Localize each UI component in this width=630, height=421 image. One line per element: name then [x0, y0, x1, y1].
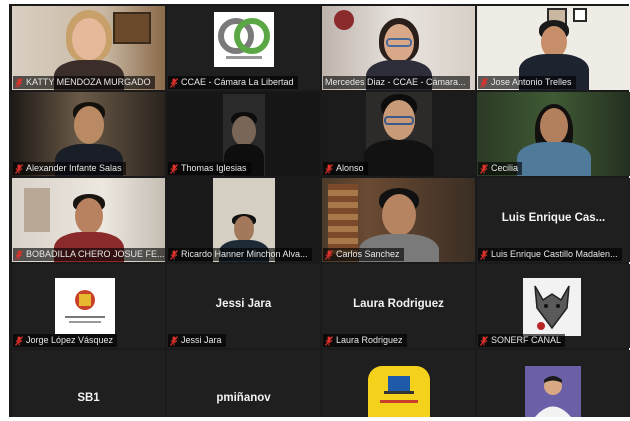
participant-tile[interactable] — [477, 350, 630, 417]
participant-display-name: SB1 — [77, 392, 100, 404]
participant-tile[interactable]: Thomas Iglesias — [167, 92, 320, 176]
participant-tile[interactable]: Ricardo Hanner Minchon Alva... — [167, 178, 320, 262]
participant-tile[interactable]: SONERF CANAL — [477, 264, 630, 348]
muted-microphone-icon — [170, 249, 178, 260]
name-label: CCAE - Cámara La Libertad — [168, 76, 298, 89]
name-label: Carlos Sanchez — [323, 248, 404, 261]
name-label: Laura Rodriguez — [323, 334, 407, 347]
muted-microphone-icon — [480, 249, 488, 260]
participant-tile[interactable]: Jorge López Vásquez — [12, 264, 165, 348]
name-label: Luis Enrique Castillo Madalen... — [478, 248, 622, 261]
participant-display-name: Luis Enrique Cas... — [501, 212, 606, 224]
name-label: KATTY MENDOZA MURGADO — [13, 76, 155, 89]
name-label: BOBADILLA CHERO JOSUE FE... — [13, 248, 165, 261]
name-label: Cecilia — [478, 162, 523, 175]
name-label: Alexander Infante Salas — [13, 162, 126, 175]
participant-tile-active-speaker[interactable]: Mercedes Diaz - CCAE - Cámara... — [322, 6, 475, 90]
muted-microphone-icon — [170, 335, 178, 346]
laptop-logo — [368, 366, 430, 417]
name-label: Jose Antonio Trelles — [478, 76, 576, 89]
muted-microphone-icon — [480, 163, 488, 174]
muted-microphone-icon — [170, 163, 178, 174]
participant-tile[interactable]: CCAE - Cámara La Libertad — [167, 6, 320, 90]
participant-tile[interactable]: Alonso — [322, 92, 475, 176]
name-label: SONERF CANAL — [478, 334, 566, 347]
muted-microphone-icon — [325, 335, 333, 346]
muted-microphone-icon — [15, 77, 23, 88]
participant-tile[interactable]: Laura Rodriguez Laura Rodriguez — [322, 264, 475, 348]
participant-tile[interactable]: pmiñanov — [167, 350, 320, 417]
muted-microphone-icon — [15, 335, 23, 346]
profile-photo — [525, 366, 581, 417]
muted-microphone-icon — [170, 77, 178, 88]
name-label: Thomas Iglesias — [168, 162, 251, 175]
muted-microphone-icon — [325, 163, 333, 174]
wolf-avatar — [523, 278, 581, 336]
participant-display-name: Laura Rodriguez — [353, 298, 444, 310]
organization-logo — [55, 278, 115, 334]
muted-microphone-icon — [480, 335, 488, 346]
name-label: Mercedes Diaz - CCAE - Cámara... — [323, 76, 470, 89]
participant-tile[interactable]: Alexander Infante Salas — [12, 92, 165, 176]
muted-microphone-icon — [15, 249, 23, 260]
participant-tile[interactable]: Jessi Jara Jessi Jara — [167, 264, 320, 348]
participant-tile[interactable]: Luis Enrique Cas... Luis Enrique Castill… — [477, 178, 630, 262]
participant-tile[interactable]: KATTY MENDOZA MURGADO — [12, 6, 165, 90]
participant-tile[interactable]: Carlos Sanchez — [322, 178, 475, 262]
ccae-logo — [214, 12, 274, 67]
muted-microphone-icon — [480, 77, 488, 88]
name-label: Ricardo Hanner Minchon Alva... — [168, 248, 312, 261]
participant-tile[interactable]: SB1 — [12, 350, 165, 417]
participant-tile[interactable]: BOBADILLA CHERO JOSUE FE... — [12, 178, 165, 262]
muted-microphone-icon — [15, 163, 23, 174]
video-gallery: KATTY MENDOZA MURGADO CCAE - Cámara La L… — [9, 4, 630, 417]
name-label: Jorge López Vásquez — [13, 334, 118, 347]
muted-microphone-icon — [325, 249, 333, 260]
participant-tile[interactable]: Jose Antonio Trelles — [477, 6, 630, 90]
name-label: Jessi Jara — [168, 334, 226, 347]
participant-display-name: pmiñanov — [216, 392, 271, 404]
participant-tile[interactable]: Cecilia — [477, 92, 630, 176]
participant-display-name: Jessi Jara — [215, 298, 272, 310]
name-label: Alonso — [323, 162, 368, 175]
participant-tile[interactable] — [322, 350, 475, 417]
